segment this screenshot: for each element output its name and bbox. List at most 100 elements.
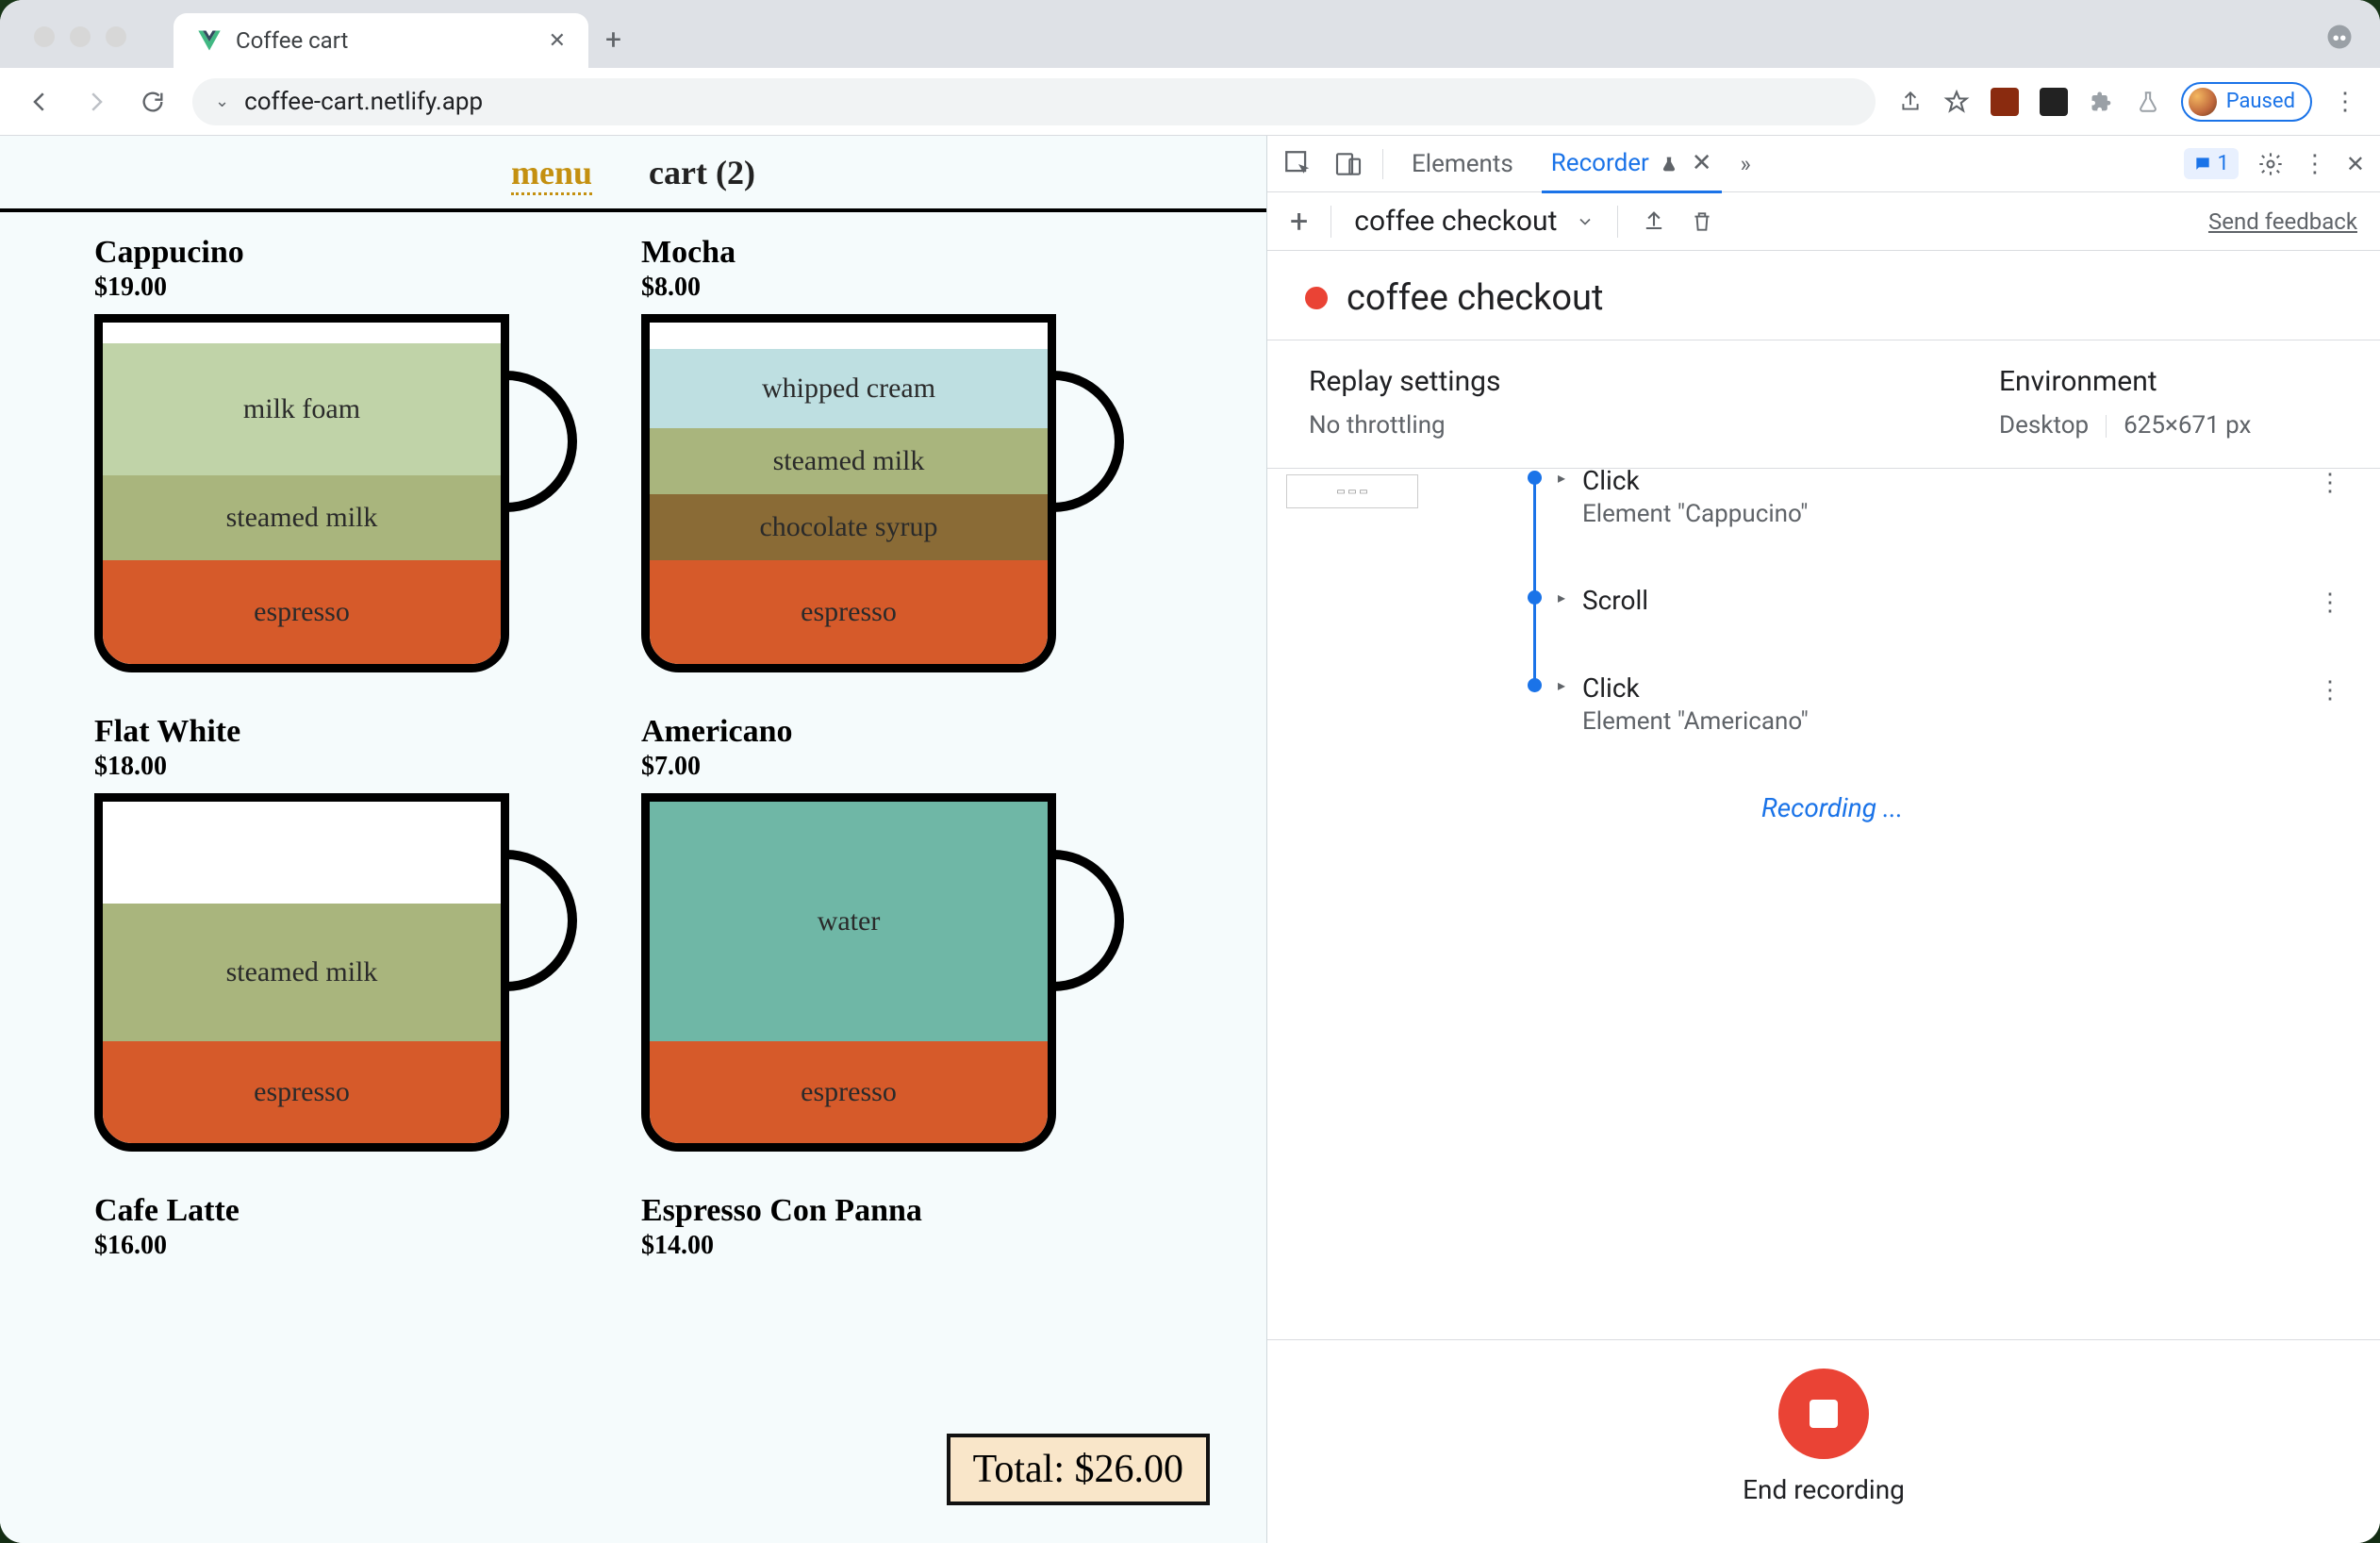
inspect-element-icon[interactable]: [1282, 148, 1314, 180]
product-name: Cappucino: [94, 235, 622, 271]
app-nav: menu cart (2): [0, 136, 1266, 208]
coffee-mug[interactable]: waterespresso: [641, 793, 1132, 1170]
chevron-down-icon: [1576, 212, 1595, 231]
throttling-value[interactable]: No throttling: [1309, 411, 1999, 440]
page-content: menu cart (2) Cappucino$19.00milk foamst…: [0, 136, 1267, 1543]
step-menu-icon[interactable]: ⋮: [2318, 676, 2344, 705]
product-card[interactable]: Mocha$8.00 whipped creamsteamed milkchoco…: [641, 235, 1169, 691]
tab-elements[interactable]: Elements: [1402, 137, 1523, 191]
nav-forward-button[interactable]: [79, 85, 113, 119]
step-title: Click: [1582, 672, 2339, 704]
coffee-layer: water: [650, 802, 1048, 1041]
nav-reload-button[interactable]: [136, 85, 170, 119]
product-name: Flat White: [94, 714, 622, 750]
step-title: Click: [1582, 469, 2339, 496]
replay-settings-heading: Replay settings: [1309, 365, 1999, 398]
recording-status-label: Recording ...: [1761, 792, 2339, 823]
coffee-layer: espresso: [103, 1041, 501, 1143]
tab-close-icon[interactable]: ✕: [1692, 149, 1712, 177]
url-bar: ⌄ coffee-cart.netlify.app Paused ⋮: [0, 68, 2380, 136]
extensions-puzzle-icon[interactable]: [2089, 89, 2115, 115]
coffee-layer: steamed milk: [103, 904, 501, 1042]
tab-recorder[interactable]: Recorder ✕: [1542, 136, 1722, 193]
step-dot-icon: [1528, 678, 1542, 692]
product-card[interactable]: Cafe Latte$16.00: [94, 1193, 622, 1261]
recording-step[interactable]: ▸ClickElement "Cappucino"⋮: [1526, 469, 2339, 528]
products-scroll[interactable]: Cappucino$19.00milk foamsteamed milkespr…: [0, 212, 1266, 1543]
product-price: $8.00: [641, 273, 1169, 303]
product-name: Espresso Con Panna: [641, 1193, 1169, 1229]
settings-gear-icon[interactable]: [2257, 151, 2284, 177]
devtools-close-icon[interactable]: ✕: [2346, 151, 2365, 177]
site-info-chevron-icon[interactable]: ⌄: [215, 91, 229, 111]
step-title: Scroll: [1582, 585, 2339, 616]
more-tabs-icon[interactable]: »: [1741, 151, 1751, 177]
extension-icon-1[interactable]: [1991, 88, 2019, 116]
product-card[interactable]: Cappucino$19.00milk foamsteamed milkespr…: [94, 235, 622, 691]
step-thumbnail: ▭ ▭ ▭: [1286, 474, 1418, 508]
coffee-layer: steamed milk: [650, 428, 1048, 494]
traffic-close[interactable]: [34, 26, 55, 47]
vue-favicon-icon: [196, 27, 223, 54]
devtools-menu-icon[interactable]: ⋮: [2303, 150, 2327, 178]
browser-tab[interactable]: Coffee cart ✕: [174, 13, 588, 68]
recording-selector[interactable]: coffee checkout: [1354, 205, 1595, 238]
step-menu-icon[interactable]: ⋮: [2318, 469, 2344, 497]
mug-handle: [1049, 371, 1124, 512]
export-icon[interactable]: [1641, 208, 1667, 235]
nav-back-button[interactable]: [23, 85, 57, 119]
product-name: Cafe Latte: [94, 1193, 622, 1229]
expand-caret-icon[interactable]: ▸: [1558, 469, 1565, 487]
coffee-mug[interactable]: whipped creamsteamed milkchocolate syrup…: [641, 314, 1132, 691]
nav-cart-link[interactable]: cart (2): [649, 153, 755, 195]
tab-close-icon[interactable]: ✕: [549, 29, 566, 53]
coffee-layer: [103, 802, 501, 904]
product-name: Mocha: [641, 235, 1169, 271]
recording-indicator-icon: [1305, 287, 1328, 309]
traffic-zoom[interactable]: [106, 26, 126, 47]
coffee-mug[interactable]: milk foamsteamed milkespresso: [94, 314, 585, 691]
end-recording-button[interactable]: [1778, 1369, 1869, 1459]
new-tab-button[interactable]: +: [605, 24, 621, 57]
tab-title: Coffee cart: [236, 27, 348, 54]
recording-title: coffee checkout: [1347, 277, 1603, 319]
recording-step[interactable]: ▸Scroll⋮: [1526, 585, 2339, 616]
browser-menu-icon[interactable]: ⋮: [2333, 88, 2357, 116]
recording-meta: Replay settings No throttling Environmen…: [1267, 340, 2380, 469]
step-dot-icon: [1528, 590, 1542, 605]
coffee-layer: espresso: [650, 1041, 1048, 1143]
share-icon[interactable]: [1898, 90, 1923, 114]
product-card[interactable]: Espresso Con Panna$14.00: [641, 1193, 1169, 1261]
url-field[interactable]: ⌄ coffee-cart.netlify.app: [192, 78, 1876, 125]
product-price: $18.00: [94, 752, 622, 782]
devtools-tabbar: Elements Recorder ✕ » 1 ⋮ ✕: [1267, 136, 2380, 192]
traffic-minimize[interactable]: [70, 26, 91, 47]
expand-caret-icon[interactable]: ▸: [1558, 589, 1565, 606]
delete-icon[interactable]: [1690, 209, 1714, 234]
product-price: $16.00: [94, 1231, 622, 1261]
product-card[interactable]: Americano$7.00waterespresso: [641, 714, 1169, 1170]
bookmark-star-icon[interactable]: [1943, 89, 1970, 115]
messages-badge[interactable]: 1: [2184, 148, 2239, 179]
coffee-mug[interactable]: steamed milkespresso: [94, 793, 585, 1170]
send-feedback-link[interactable]: Send feedback: [2208, 208, 2357, 235]
end-recording-label: End recording: [1743, 1474, 1905, 1505]
new-recording-icon[interactable]: +: [1290, 203, 1308, 241]
coffee-layer: espresso: [103, 560, 501, 664]
device-toggle-icon[interactable]: [1333, 149, 1364, 179]
extension-icon-2[interactable]: [2040, 88, 2068, 116]
expand-caret-icon[interactable]: ▸: [1558, 676, 1565, 694]
recording-steps[interactable]: ▭ ▭ ▭ ▸ClickElement "Cappucino"⋮▸Scroll⋮…: [1267, 469, 2380, 1339]
divider: [1382, 149, 1383, 179]
window-titlebar: Coffee cart ✕ +: [0, 0, 2380, 68]
product-price: $7.00: [641, 752, 1169, 782]
recording-step[interactable]: ▸ClickElement "Americano"⋮: [1526, 672, 2339, 736]
profile-paused-chip[interactable]: Paused: [2181, 82, 2312, 122]
step-menu-icon[interactable]: ⋮: [2318, 589, 2344, 617]
cart-total-chip[interactable]: Total: $26.00: [947, 1434, 1210, 1505]
product-card[interactable]: Flat White$18.00 steamed milkespresso: [94, 714, 622, 1170]
step-dot-icon: [1528, 471, 1542, 485]
labs-flask-icon[interactable]: [2136, 90, 2160, 114]
coffee-layer: chocolate syrup: [650, 494, 1048, 560]
nav-menu-link[interactable]: menu: [511, 153, 592, 195]
